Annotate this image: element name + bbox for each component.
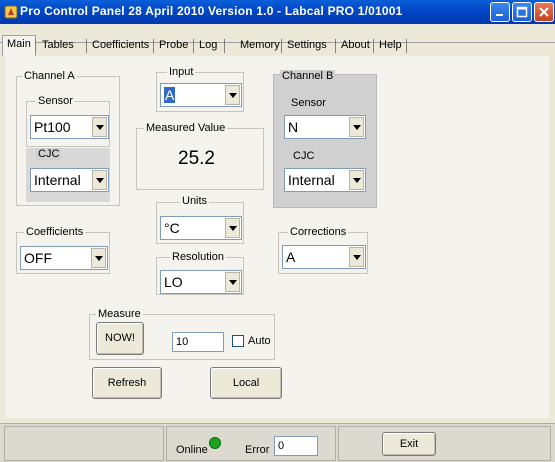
measure-label: Measure (96, 308, 143, 320)
status-bar: Online Error 0 Exit (0, 423, 555, 462)
channel-a-sensor-label: Sensor (36, 95, 75, 107)
tab-about[interactable]: About (337, 37, 374, 56)
tab-coefficients[interactable]: Coefficients (88, 37, 153, 56)
local-button[interactable]: Local (210, 367, 282, 399)
refresh-button[interactable]: Refresh (92, 367, 162, 399)
close-button[interactable] (534, 2, 554, 22)
units-select[interactable]: °C (160, 216, 242, 240)
tab-help[interactable]: Help (375, 37, 406, 56)
measure-count-input[interactable]: 10 (172, 332, 224, 352)
chevron-down-icon[interactable] (92, 170, 107, 190)
chevron-down-icon[interactable] (225, 272, 240, 292)
error-label: Error (245, 444, 270, 456)
error-count-field: 0 (274, 436, 318, 456)
measure-now-button[interactable]: NOW! (96, 322, 144, 355)
title-bar: Pro Control Panel 28 April 2010 Version … (0, 0, 555, 24)
chevron-down-icon[interactable] (349, 117, 364, 137)
chevron-down-icon[interactable] (92, 117, 107, 137)
units-label: Units (180, 195, 210, 207)
channel-a-cjc-label: CJC (36, 148, 62, 160)
channel-b-cjc-select[interactable]: Internal (284, 168, 366, 192)
resolution-label: Resolution (170, 251, 226, 263)
channel-b-cjc-label: CJC (291, 150, 317, 162)
tab-main[interactable]: Main (2, 35, 36, 56)
main-panel: Channel A Sensor Pt100 CJC Internal Inpu… (6, 56, 549, 418)
tab-probe[interactable]: Probe (155, 37, 192, 56)
tab-log[interactable]: Log (195, 37, 221, 56)
input-label: Input (167, 66, 196, 78)
resolution-select[interactable]: LO (160, 270, 242, 294)
online-indicator-icon (210, 438, 220, 448)
tab-tables[interactable]: Tables (38, 37, 78, 56)
channel-b-label: Channel B (280, 70, 336, 82)
chevron-down-icon[interactable] (225, 218, 240, 238)
corrections-label: Corrections (288, 226, 349, 238)
minimize-button[interactable] (490, 2, 510, 22)
chevron-down-icon[interactable] (349, 247, 364, 267)
online-label: Online (176, 444, 208, 456)
channel-a-cjc-select[interactable]: Internal (30, 168, 109, 192)
channel-a-label: Channel A (22, 70, 77, 82)
chevron-down-icon[interactable] (91, 248, 106, 268)
corrections-select[interactable]: A (282, 245, 366, 269)
coefficients-label: Coefficients (24, 226, 86, 238)
window-title: Pro Control Panel 28 April 2010 Version … (20, 4, 403, 18)
maximize-button[interactable] (512, 2, 532, 22)
coefficients-select[interactable]: OFF (20, 246, 108, 270)
channel-b-sensor-label: Sensor (289, 97, 328, 109)
exit-button[interactable]: Exit (382, 432, 436, 456)
chevron-down-icon[interactable] (349, 170, 364, 190)
measured-value-label: Measured Value (144, 122, 228, 134)
auto-checkbox[interactable] (232, 335, 244, 347)
channel-b-sensor-select[interactable]: N (284, 115, 366, 139)
auto-label: Auto (248, 335, 271, 347)
app-icon (4, 5, 18, 19)
measured-value-readout: 25.2 (178, 148, 215, 169)
channel-a-sensor-select[interactable]: Pt100 (30, 115, 109, 139)
input-select[interactable]: A (160, 83, 242, 107)
tab-settings[interactable]: Settings (283, 37, 331, 56)
tab-memory[interactable]: Memory (236, 37, 284, 56)
chevron-down-icon[interactable] (225, 85, 240, 105)
